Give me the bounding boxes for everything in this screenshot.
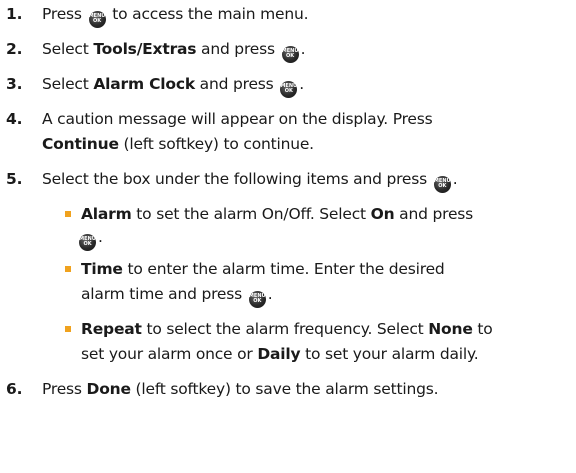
step-text-part: to access the main menu. [107,5,309,23]
step-number: 3. [6,75,23,93]
step-text: Press Done (left softkey) to save the al… [42,380,439,398]
step-text: Select Tools/Extras and press MENU OK. [42,40,306,63]
step-text-line-2: Continue (left softkey) to continue. [42,135,314,153]
bullet-icon [65,211,71,217]
menu-ok-icon: MENU OK [280,80,298,98]
menu-ok-icon: MENU OK [248,290,266,308]
step-number: 2. [6,40,23,58]
sub-item-text-line-2: set your alarm once or Daily to set your… [81,345,479,363]
step-text-part: Press [42,5,87,23]
softkey-name: Continue [42,135,119,153]
bullet-icon [65,326,71,332]
menu-ok-icon: MENU OK [88,10,106,28]
step-number: 6. [6,380,23,398]
sub-item-text-line-2: alarm time and press MENU OK. [81,285,273,308]
menu-ok-icon: MENU OK [281,45,299,63]
bullet-icon [65,266,71,272]
sub-item-text-line-2: MENU OK. [79,228,103,251]
sub-item-text-line-1: Alarm to set the alarm On/Off. Select On… [81,205,474,223]
instruction-list: 1. Press MENU OK to access the main menu.… [0,0,576,473]
step-number: 1. [6,5,23,23]
menu-item-name: Alarm Clock [93,75,195,93]
menu-ok-icon: MENU OK [433,175,451,193]
sub-item-text-line-1: Time to enter the alarm time. Enter the … [81,260,445,278]
step-number: 5. [6,170,23,188]
step-text: Select Alarm Clock and press MENU OK. [42,75,304,98]
step-text-line-1: A caution message will appear on the dis… [42,110,433,128]
step-text: Select the box under the following items… [42,170,458,193]
softkey-name: Done [86,380,131,398]
step-text: Press MENU OK to access the main menu. [42,5,309,28]
sub-item-text-line-1: Repeat to select the alarm frequency. Se… [81,320,493,338]
menu-item-name: Tools/Extras [93,40,197,58]
menu-ok-icon: MENU OK [79,233,96,251]
step-number: 4. [6,110,23,128]
